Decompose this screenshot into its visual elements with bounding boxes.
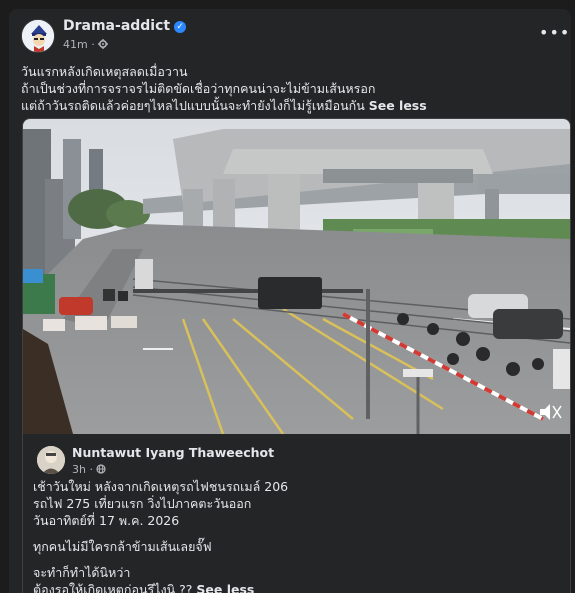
verified-badge-icon: ✓ — [174, 21, 187, 33]
post-time[interactable]: 41m — [63, 38, 88, 51]
caption-line: ถ้าเป็นช่วงที่การจราจรไม่ติดขัดเชื่อว่าท… — [21, 81, 376, 96]
globe-icon — [96, 464, 107, 474]
post-card: Drama-addict ✓ 41m · ••• วันแรกหลังเกิดเห… — [9, 9, 571, 593]
post-meta: 41m · — [63, 38, 109, 51]
shared-post[interactable]: Nuntawut Iyang Thaweechot 3h · เช้าวันให… — [22, 118, 571, 593]
shared-meta: 3h · — [72, 463, 107, 476]
page-name[interactable]: Drama-addict ✓ — [63, 18, 187, 34]
see-less-link[interactable]: See less — [196, 582, 254, 593]
author-avatar[interactable] — [37, 446, 65, 474]
see-less-link[interactable]: See less — [369, 98, 427, 113]
shared-paragraph: เช้าวันใหม่ หลังจากเกิดเหตุรถไฟชนรถเมล์ … — [33, 479, 289, 528]
shared-photo[interactable] — [23, 119, 570, 434]
gear-icon — [98, 39, 109, 49]
caption-line: วันแรกหลังเกิดเหตุสลดเมื่อวาน — [21, 64, 188, 79]
shared-paragraph: จะทำก็ทำได้นิหว่า ต้องรอให้เกิดเหตุก่อนร… — [33, 564, 553, 593]
author-name[interactable]: Nuntawut Iyang Thaweechot — [72, 445, 274, 460]
shared-post-header: Nuntawut Iyang Thaweechot 3h · — [23, 434, 570, 476]
post-header: Drama-addict ✓ 41m · ••• — [9, 9, 571, 61]
page-avatar[interactable] — [21, 19, 55, 53]
caption-line: แต่ถ้าวันรถติดแล้วค่อยๆไหลไปแบบนั้นจะทำย… — [21, 98, 427, 113]
post-caption: วันแรกหลังเกิดเหตุสลดเมื่อวาน ถ้าเป็นช่ว… — [21, 63, 561, 114]
shared-post-text: เช้าวันใหม่ หลังจากเกิดเหตุรถไฟชนรถเมล์ … — [33, 478, 553, 593]
shared-paragraph: ทุกคนไม่มีใครกล้าข้ามเส้นเลยจั๊ฟ — [33, 539, 212, 554]
more-options-icon[interactable]: ••• — [539, 23, 569, 43]
shared-time[interactable]: 3h — [72, 463, 86, 476]
